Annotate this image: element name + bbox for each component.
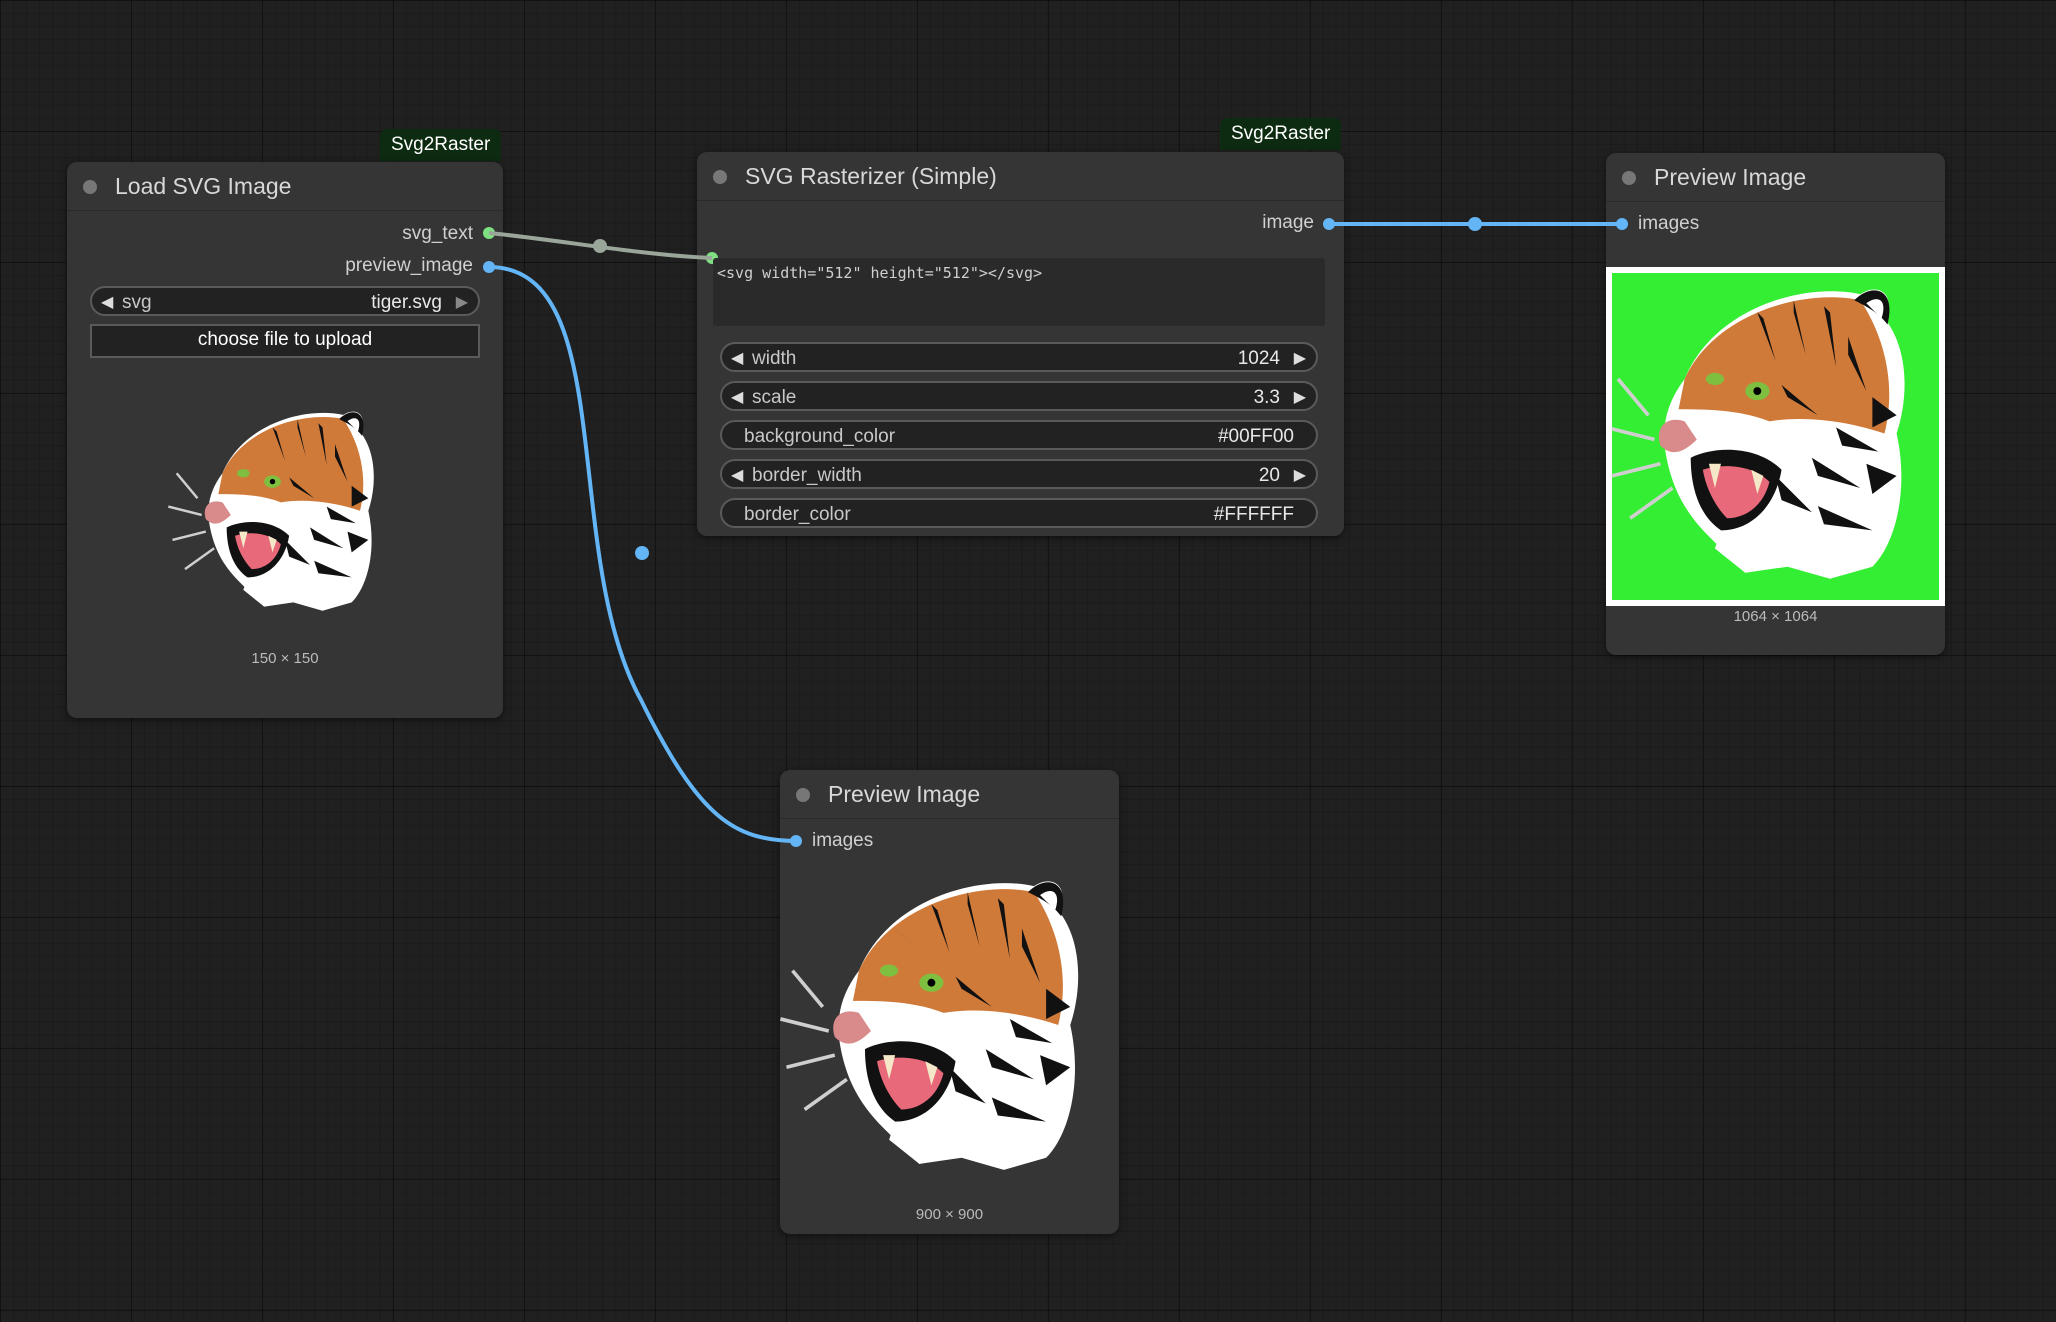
link-svg-text-midpoint[interactable] <box>593 239 607 253</box>
link-preview-image-midpoint[interactable] <box>635 546 649 560</box>
preview-image-node-top[interactable]: Preview Image images 1064 × 1064 <box>1606 153 1945 655</box>
output-label-svg-text: svg_text <box>402 223 473 244</box>
link-svg-text[interactable] <box>488 231 713 260</box>
widget-value: 1024 <box>1237 348 1280 369</box>
node-header[interactable]: SVG Rasterizer (Simple) <box>697 152 1344 201</box>
image-size-label: 150 × 150 <box>251 650 319 667</box>
widget-name: border_width <box>752 465 862 486</box>
node-title: Load SVG Image <box>115 173 292 199</box>
link-image-midpoint[interactable] <box>1468 217 1482 231</box>
background-color-text-widget[interactable]: background_color #00FF00 <box>720 420 1318 450</box>
arrow-left-icon[interactable]: ◀ <box>101 292 113 312</box>
collapse-dot-icon[interactable] <box>1622 171 1636 185</box>
node-header[interactable]: Preview Image <box>1606 153 1945 202</box>
input-slot-images[interactable] <box>790 835 802 847</box>
widget-value: 20 <box>1258 465 1280 486</box>
node-title: SVG Rasterizer (Simple) <box>745 163 997 189</box>
border-color-text-widget[interactable]: border_color #FFFFFF <box>720 498 1318 528</box>
input-slot-images[interactable] <box>1616 218 1628 230</box>
widget-name: width <box>752 348 797 369</box>
collapse-dot-icon[interactable] <box>796 788 810 802</box>
output-label-image: image <box>1262 212 1314 233</box>
tiger-illustration <box>167 410 376 612</box>
input-label-images: images <box>1638 213 1700 234</box>
widget-value: #00FF00 <box>1217 426 1294 447</box>
widget-value: #FFFFFF <box>1213 504 1294 525</box>
svg-file-combo[interactable]: ◀ svg tiger.svg ▶ <box>90 286 480 316</box>
load-svg-image-node[interactable]: Load SVG Image svg_text preview_image ◀ … <box>67 162 503 718</box>
preview-image <box>1606 267 1945 606</box>
svg-text-area[interactable]: <svg width="512" height="512"></svg> <box>713 258 1325 326</box>
node-badge-rasterizer: Svg2Raster <box>1220 118 1342 150</box>
widget-name: border_color <box>744 504 851 525</box>
arrow-right-icon[interactable]: ▶ <box>1294 465 1306 485</box>
output-slot-svg-text[interactable] <box>483 227 495 239</box>
image-size-label: 900 × 900 <box>915 1206 984 1223</box>
arrow-left-icon[interactable]: ◀ <box>731 387 743 407</box>
output-label-preview-image: preview_image <box>345 255 473 276</box>
width-number-widget[interactable]: ◀ width 1024 ▶ <box>720 342 1318 372</box>
arrow-right-icon[interactable]: ▶ <box>1294 387 1306 407</box>
collapse-dot-icon[interactable] <box>713 170 727 184</box>
arrow-left-icon[interactable]: ◀ <box>731 348 743 368</box>
tiger-illustration <box>1612 287 1907 581</box>
choose-file-button[interactable]: choose file to upload <box>90 324 480 358</box>
preview-image-node-bottom[interactable]: Preview Image images 900 × 900 <box>780 770 1119 1234</box>
widget-value: 3.3 <box>1253 387 1280 408</box>
input-label-images: images <box>812 830 874 851</box>
svg-rasterizer-node[interactable]: SVG Rasterizer (Simple) image <svg width… <box>697 152 1344 536</box>
node-title: Preview Image <box>1654 164 1807 190</box>
node-title: Preview Image <box>828 781 981 807</box>
widget-name: svg <box>122 292 152 313</box>
output-slot-image[interactable] <box>1323 218 1335 230</box>
widget-name: scale <box>752 387 797 408</box>
collapse-dot-icon[interactable] <box>83 180 97 194</box>
widget-name: background_color <box>744 426 896 447</box>
scale-number-widget[interactable]: ◀ scale 3.3 ▶ <box>720 381 1318 411</box>
output-slot-preview-image[interactable] <box>483 261 495 273</box>
node-header[interactable]: Load SVG Image <box>67 162 503 211</box>
arrow-left-icon[interactable]: ◀ <box>731 465 743 485</box>
border-width-number-widget[interactable]: ◀ border_width 20 ▶ <box>720 459 1318 489</box>
node-header[interactable]: Preview Image <box>780 770 1119 819</box>
node-badge-load-svg: Svg2Raster <box>380 129 502 161</box>
tiger-illustration <box>780 879 1080 1172</box>
image-size-label: 1064 × 1064 <box>1733 608 1818 625</box>
widget-value: tiger.svg <box>371 292 442 313</box>
arrow-right-icon[interactable]: ▶ <box>1294 348 1306 368</box>
arrow-right-icon[interactable]: ▶ <box>456 292 468 312</box>
